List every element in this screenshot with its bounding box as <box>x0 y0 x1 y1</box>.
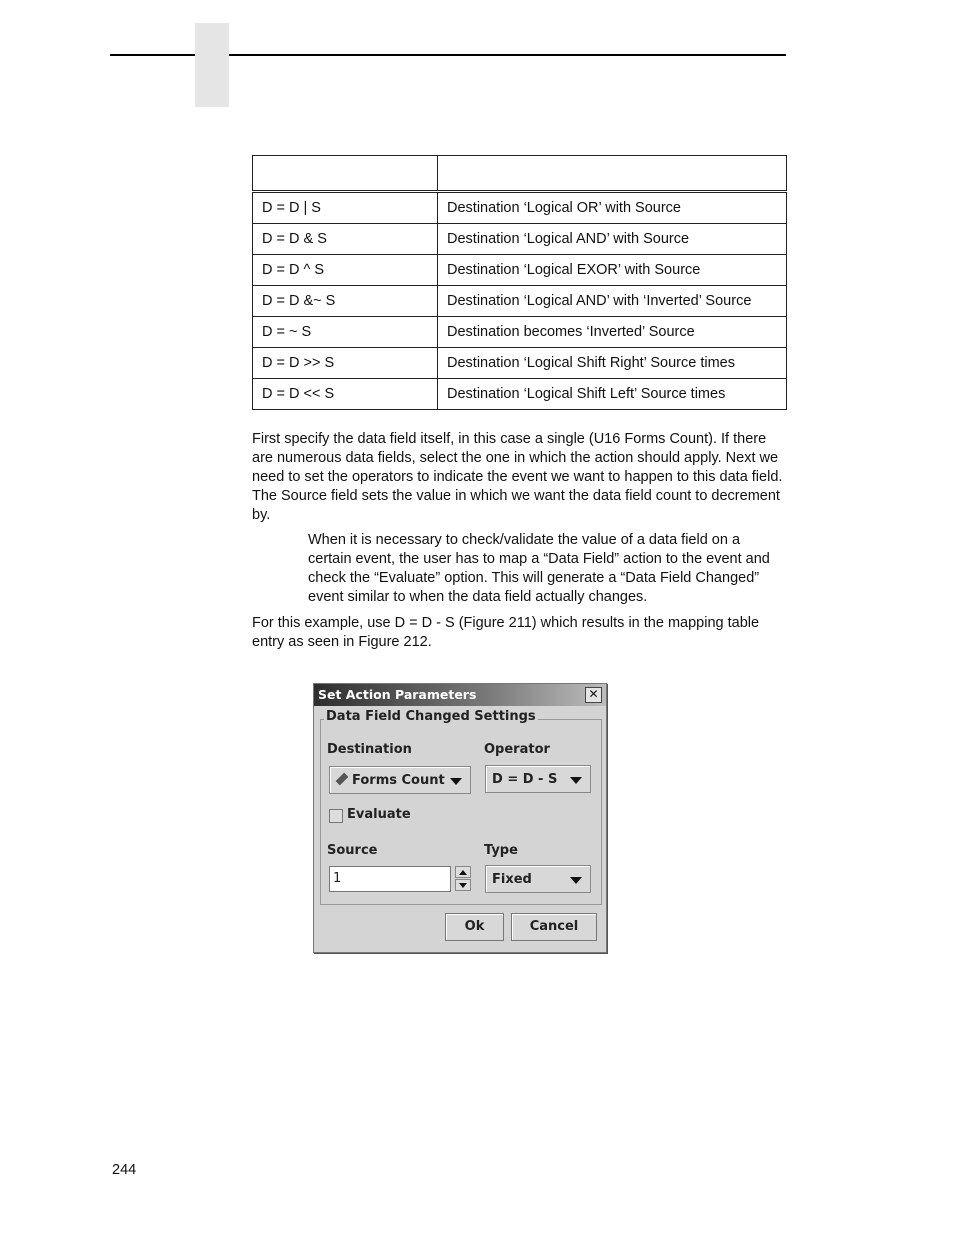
arrow-down-icon <box>459 883 467 888</box>
spin-down-button[interactable] <box>455 879 471 891</box>
description-cell: Destination ‘Logical Shift Left’ Source … <box>437 378 787 410</box>
evaluate-label: Evaluate <box>347 807 411 822</box>
evaluate-checkbox[interactable] <box>329 809 343 823</box>
operator-cell: D = D >> S <box>252 347 438 379</box>
table-header-description <box>437 155 787 193</box>
arrow-up-icon <box>459 870 467 875</box>
chapter-tab <box>195 23 229 107</box>
chevron-down-icon <box>570 877 582 884</box>
description-cell: Destination ‘Logical AND’ with ‘Inverted… <box>437 285 787 317</box>
body-paragraph: First specify the data field itself, in … <box>252 431 783 523</box>
destination-value: Forms Count <box>352 773 445 788</box>
source-label: Source <box>327 843 378 858</box>
operator-cell: D = ~ S <box>252 316 438 348</box>
table-row: D = D ^ S Destination ‘Logical EXOR’ with… <box>252 254 787 286</box>
type-value: Fixed <box>492 872 532 887</box>
group-title: Data Field Changed Settings <box>324 709 538 724</box>
operator-cell: D = D << S <box>252 378 438 410</box>
description-cell: Destination ‘Logical AND’ with Source <box>437 223 787 255</box>
ok-button[interactable]: Ok <box>445 913 504 941</box>
dialog-titlebar: Set Action Parameters ✕ <box>314 684 606 706</box>
type-dropdown[interactable]: Fixed <box>485 865 591 893</box>
cancel-button[interactable]: Cancel <box>511 913 597 941</box>
operator-cell: D = D & S <box>252 223 438 255</box>
destination-dropdown[interactable]: Forms Count <box>329 766 471 794</box>
pencil-icon <box>335 772 349 786</box>
description-cell: Destination ‘Logical OR’ with Source <box>437 191 787 224</box>
close-button[interactable]: ✕ <box>585 687 602 703</box>
type-label: Type <box>484 843 518 858</box>
operator-cell: D = D | S <box>252 191 438 224</box>
set-action-parameters-dialog: Set Action Parameters ✕ Data Field Chang… <box>313 683 607 953</box>
body-paragraph: For this example, use D = D - S (Figure … <box>252 615 760 650</box>
table-row: D = ~ S Destination becomes ‘Inverted’ So… <box>252 316 787 348</box>
operator-cell: D = D &~ S <box>252 285 438 317</box>
operator-value: D = D - S <box>492 772 558 787</box>
table-header-row <box>252 155 787 193</box>
description-cell: Destination becomes ‘Inverted’ Source <box>437 316 787 348</box>
table-row: D = D & S Destination ‘Logical AND’ with … <box>252 223 787 255</box>
dialog-title: Set Action Parameters <box>318 687 477 702</box>
chevron-down-icon <box>570 777 582 784</box>
destination-label: Destination <box>327 742 412 757</box>
table-row: D = D &~ S Destination ‘Logical AND’ with… <box>252 285 787 317</box>
note-paragraph: When it is necessary to check/validate t… <box>308 532 770 605</box>
operator-table: D = D | S Destination ‘Logical OR’ with S… <box>252 155 787 410</box>
chevron-down-icon <box>450 778 462 785</box>
description-cell: Destination ‘Logical EXOR’ with Source <box>437 254 787 286</box>
table-header-operator <box>252 155 438 193</box>
table-row: D = D | S Destination ‘Logical OR’ with S… <box>252 191 787 224</box>
operator-label: Operator <box>484 742 550 757</box>
description-cell: Destination ‘Logical Shift Right’ Source… <box>437 347 787 379</box>
page-number: 244 <box>112 1162 137 1178</box>
table-row: D = D >> S Destination ‘Logical Shift Rig… <box>252 347 787 379</box>
table-row: D = D << S Destination ‘Logical Shift Lef… <box>252 378 787 410</box>
operator-cell: D = D ^ S <box>252 254 438 286</box>
source-input[interactable]: 1 <box>329 866 451 892</box>
operator-dropdown[interactable]: D = D - S <box>485 765 591 793</box>
close-icon: ✕ <box>588 687 599 701</box>
spin-up-button[interactable] <box>455 866 471 878</box>
